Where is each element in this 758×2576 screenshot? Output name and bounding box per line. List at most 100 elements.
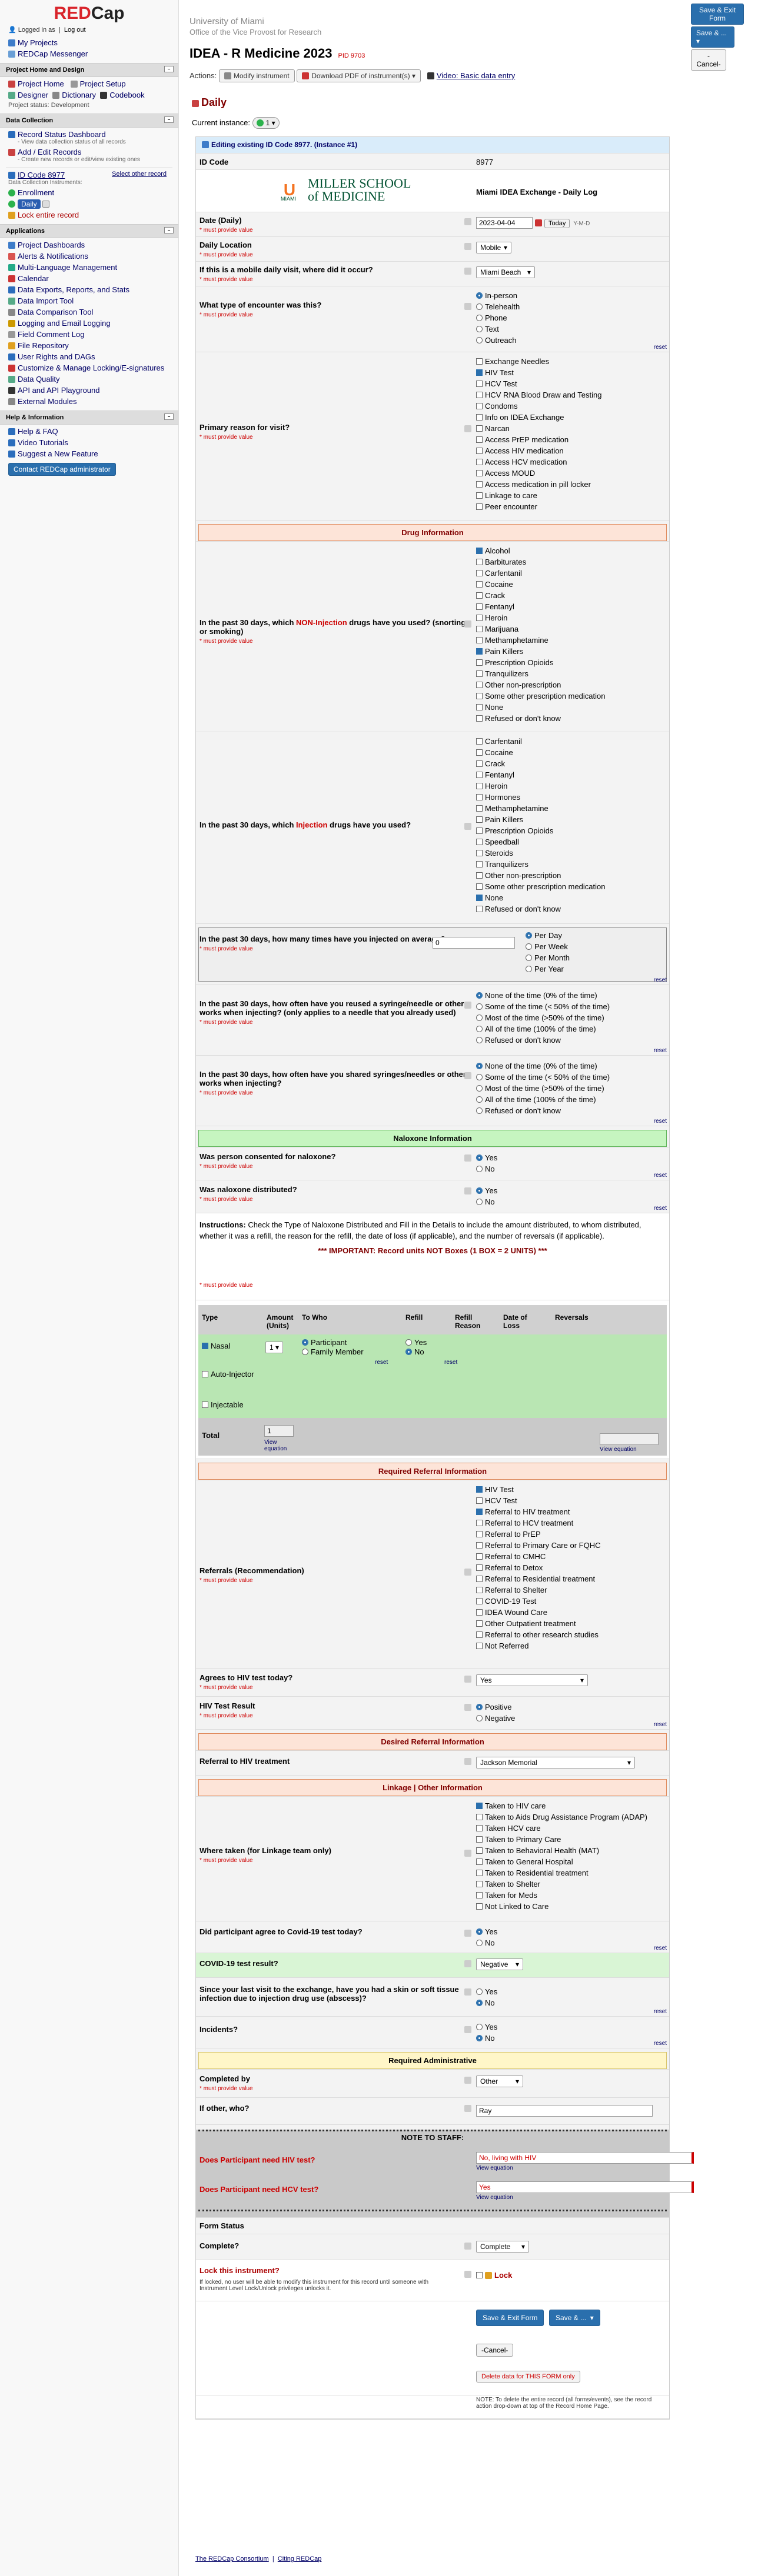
checkbox-option[interactable]: Taken to General Hospital [476, 1856, 647, 1867]
checkbox-option[interactable]: HIV Test [476, 367, 601, 378]
checkbox-option[interactable]: Crack [476, 590, 606, 601]
checkbox[interactable] [476, 1803, 483, 1809]
help-link-label[interactable]: Help & FAQ [18, 427, 58, 436]
radio-option[interactable]: Text [476, 323, 520, 335]
project-setup-link[interactable]: Project Setup [80, 79, 126, 88]
radio-button[interactable] [476, 1988, 483, 1995]
field-comment-icon[interactable] [464, 1072, 471, 1079]
checkbox[interactable] [476, 403, 483, 409]
radio-button[interactable] [302, 1349, 308, 1355]
reset-link[interactable]: reset [654, 344, 667, 351]
checkbox-option[interactable]: Other Outpatient treatment [476, 1618, 600, 1629]
radio-option[interactable]: No [405, 1347, 427, 1357]
calendar-icon[interactable] [535, 219, 542, 226]
radio-button[interactable] [526, 955, 532, 961]
checkbox-option[interactable]: Not Linked to Care [476, 1901, 647, 1912]
checkbox[interactable] [476, 470, 483, 476]
dropdown-select[interactable]: Complete ▾ [476, 2241, 529, 2253]
checkbox-option[interactable]: Pain Killers [476, 814, 606, 825]
radio-option[interactable]: Yes [476, 1152, 497, 1163]
radio-button[interactable] [476, 337, 483, 343]
checkbox-option[interactable]: IDEA Wound Care [476, 1607, 600, 1618]
lock-checkbox[interactable] [476, 2272, 483, 2278]
radio-option[interactable]: Outreach [476, 335, 520, 346]
reset-link[interactable]: reset [654, 1945, 667, 1951]
radio-button[interactable] [476, 1085, 483, 1092]
checkbox[interactable] [476, 906, 483, 912]
checkbox-option[interactable]: Marijuana [476, 623, 606, 635]
dropdown-select[interactable]: Mobile ▾ [476, 242, 511, 253]
checkbox[interactable] [476, 1542, 483, 1549]
save-more-top-button[interactable]: Save & ... ▾ [691, 26, 734, 48]
radio-option[interactable]: No [476, 1196, 497, 1207]
checkbox[interactable] [476, 1631, 483, 1638]
checkbox[interactable] [476, 637, 483, 643]
checkbox-option[interactable]: Taken HCV care [476, 1823, 647, 1834]
app-link-label[interactable]: Data Comparison Tool [18, 308, 93, 316]
checkbox[interactable] [476, 1587, 483, 1593]
checkbox[interactable] [476, 448, 483, 454]
type-checkbox[interactable]: Auto-Injector [202, 1370, 255, 1379]
radio-option[interactable]: Negative [476, 1713, 515, 1724]
checkbox-option[interactable]: Access medication in pill locker [476, 479, 601, 490]
field-comment-icon[interactable] [464, 823, 471, 830]
app-link[interactable]: Project Dashboards [8, 241, 178, 249]
app-link[interactable]: Alerts & Notifications [8, 252, 178, 261]
view-equation-link[interactable]: View equation [476, 2194, 513, 2201]
checkbox-option[interactable]: Peer encounter [476, 501, 601, 512]
checkbox-option[interactable]: Taken for Meds [476, 1890, 647, 1901]
checkbox-option[interactable]: Referral to Shelter [476, 1584, 600, 1596]
field-comment-icon[interactable] [464, 268, 471, 275]
checkbox[interactable] [476, 503, 483, 510]
checkbox[interactable] [476, 772, 483, 778]
field-comment-icon[interactable] [464, 243, 471, 250]
video-basic-entry-link[interactable]: Video: Basic data entry [437, 71, 515, 80]
select-other-record-link[interactable]: Select other record [112, 171, 167, 178]
checkbox[interactable] [476, 1892, 483, 1898]
radio-button[interactable] [476, 1074, 483, 1080]
radio-option[interactable]: Phone [476, 312, 520, 323]
field-comment-icon[interactable] [464, 1960, 471, 1967]
checkbox-option[interactable]: Taken to Primary Care [476, 1834, 647, 1845]
radio-option[interactable]: Yes [476, 1926, 497, 1937]
save-more-button[interactable]: Save & ... ▾ [549, 2310, 600, 2326]
field-comment-icon[interactable] [464, 2105, 471, 2112]
minimize-icon[interactable]: − [164, 66, 174, 72]
radio-button[interactable] [476, 1715, 483, 1721]
radio-button[interactable] [476, 1063, 483, 1069]
radio-option[interactable]: Positive [476, 1701, 515, 1713]
field-comment-icon[interactable] [464, 1930, 471, 1937]
checkbox[interactable] [476, 648, 483, 655]
checkbox[interactable] [476, 436, 483, 443]
checkbox-option[interactable]: Condoms [476, 401, 601, 412]
checkbox-option[interactable]: Referral to HIV treatment [476, 1506, 600, 1517]
app-link-label[interactable]: Project Dashboards [18, 241, 85, 249]
checkbox-option[interactable]: Referral to Detox [476, 1562, 600, 1573]
checkbox-option[interactable]: Taken to Shelter [476, 1878, 647, 1890]
radio-button[interactable] [476, 1199, 483, 1205]
checkbox-option[interactable]: Methamphetamine [476, 635, 606, 646]
checkbox[interactable] [476, 1870, 483, 1876]
checkbox-option[interactable]: Some other prescription medication [476, 881, 606, 892]
app-link[interactable]: Multi-Language Management [8, 263, 178, 272]
radio-button[interactable] [476, 1096, 483, 1103]
checkbox[interactable] [476, 1509, 483, 1515]
checkbox[interactable] [476, 827, 483, 834]
save-exit-top-button[interactable]: Save & Exit Form [691, 4, 744, 25]
checkbox[interactable] [476, 1643, 483, 1649]
times-input[interactable]: 0 [433, 937, 515, 949]
reset-link[interactable]: reset [654, 1172, 667, 1179]
radio-option[interactable]: Yes [476, 1986, 497, 1997]
checkbox-option[interactable]: Taken to Behavioral Health (MAT) [476, 1845, 647, 1856]
field-comment-icon[interactable] [464, 218, 471, 225]
radio-option[interactable]: All of the time (100% of the time) [476, 1094, 610, 1105]
radio-option[interactable]: Per Year [526, 963, 570, 975]
app-link[interactable]: Data Comparison Tool [8, 308, 178, 316]
checkbox-option[interactable]: Cocaine [476, 579, 606, 590]
minimize-icon[interactable]: − [164, 227, 174, 233]
view-equation-link[interactable]: View equation [476, 2165, 513, 2171]
radio-option[interactable]: Some of the time (< 50% of the time) [476, 1001, 610, 1012]
app-link-label[interactable]: Calendar [18, 274, 49, 283]
field-comment-icon[interactable] [464, 1850, 471, 1857]
checkbox[interactable] [476, 670, 483, 677]
